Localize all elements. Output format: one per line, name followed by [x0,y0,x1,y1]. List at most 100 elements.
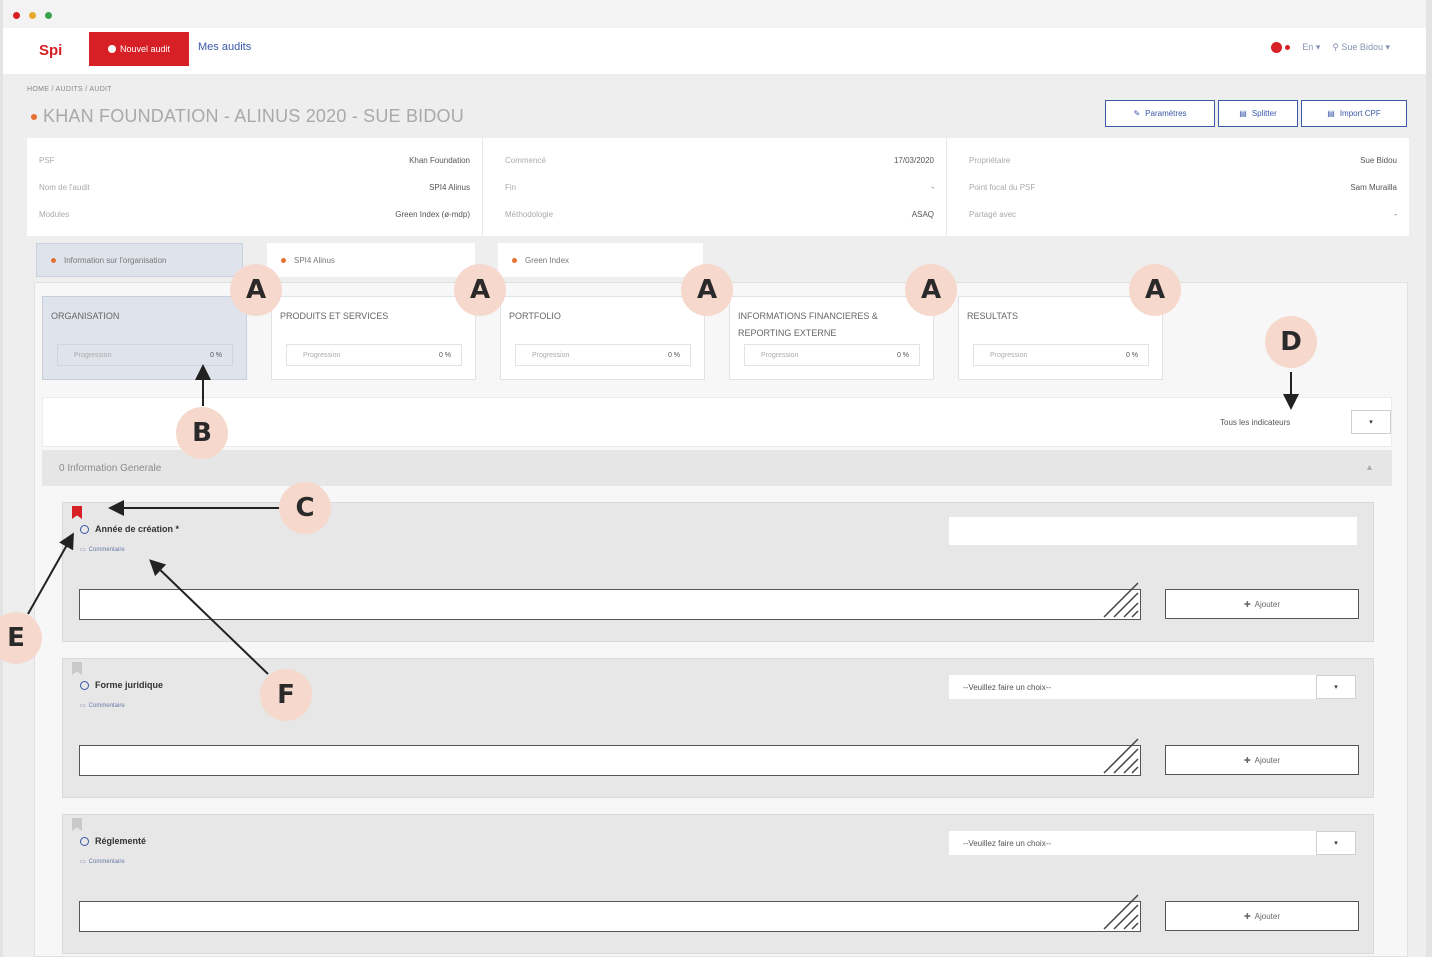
edit-icon: ✎ [1133,109,1141,118]
answer-textarea[interactable] [79,894,1141,932]
indicator-filter-select[interactable]: Tous les indicateurs [1206,410,1351,434]
info-value: Sue Bidou [1360,156,1397,165]
tab-label: Information sur l'organisation [64,255,167,265]
category-progress: Progression 0 % [744,344,920,366]
notification-icon[interactable] [1271,42,1291,53]
info-label: Point focal du PSF [969,183,1036,192]
annotation-marker-d: D [1265,316,1317,368]
progress-label: Progression [303,351,341,359]
info-column: Commencé 17/03/2020 Fin - Méthodologie ASAQ [493,138,947,236]
comment-icon: ▭ [80,703,86,709]
info-label: Fin [505,183,517,192]
import-cpf-button[interactable]: ▤ Import CPF [1301,100,1407,127]
section-header[interactable]: 0 Information Generale ▴ [42,450,1392,486]
category-name: INFORMATIONS FINANCIERES & REPORTING EXT… [738,311,878,338]
plus-icon: ✚ [1243,755,1251,765]
maximize-window-button[interactable] [45,12,52,19]
category-card-portfolio[interactable]: PORTFOLIO Progression 0 % [500,296,705,380]
plus-circle-icon [107,45,116,53]
tab-organisation-info[interactable]: Information sur l'organisation [36,243,243,277]
add-button[interactable]: ✚ Ajouter [1165,589,1359,619]
info-value: ASAQ [911,210,934,219]
chevron-up-icon[interactable]: ▴ [1367,462,1372,473]
minimize-window-button[interactable] [29,12,36,19]
chevron-down-icon[interactable]: ▾ [1316,675,1356,699]
resize-handle-icon[interactable] [1100,579,1140,619]
progress-value: 0 % [209,351,222,359]
tab-green-index[interactable]: Green Index [498,243,703,277]
bookmark-icon[interactable] [72,818,82,831]
status-dot-icon [51,257,56,263]
comment-icon: ▭ [80,859,86,865]
progress-label: Progression [990,351,1028,359]
comment-label: Commentaire [88,546,125,553]
answer-textarea[interactable] [79,738,1141,776]
info-value: - [1394,210,1397,219]
help-icon[interactable] [80,524,89,534]
info-label: Partagé avec [969,210,1017,219]
annotation-marker-a: A [905,264,957,316]
info-label: Modules [39,210,70,219]
chevron-down-icon[interactable]: ▾ [1316,831,1356,855]
category-name: PORTFOLIO [509,311,561,321]
info-label: Nom de l'audit [39,183,90,192]
language-selector[interactable]: En ▾ [1302,42,1320,53]
language-label: En [1302,42,1314,52]
resize-handle-icon[interactable] [1100,891,1140,931]
annotation-marker-a: A [454,264,506,316]
parameters-button[interactable]: ✎ Paramètres [1105,100,1215,127]
category-name: PRODUITS ET SERVICES [280,311,389,321]
category-card-organisation[interactable]: ORGANISATION Progression 0 % [42,296,247,380]
help-icon[interactable] [80,680,89,690]
question-text: Réglementé [95,836,147,846]
regulated-select[interactable]: --Veuillez faire un choix-- [949,831,1316,855]
category-name: ORGANISATION [51,311,120,321]
app-window: Spi Nouvel audit Mes audits En ▾ ⚲ Sue B… [3,0,1426,957]
add-label: Ajouter [1254,755,1281,765]
category-card-produits[interactable]: PRODUITS ET SERVICES Progression 0 % [271,296,476,380]
file-icon: ▤ [1327,109,1335,118]
file-icon: ▤ [1239,109,1247,118]
category-card-informations-financieres[interactable]: INFORMATIONS FINANCIERES & REPORTING EXT… [729,296,934,380]
window-chrome [3,0,1426,28]
comment-label: Commentaire [88,702,125,709]
bookmark-icon[interactable] [72,662,82,675]
user-name: Sue Bidou [1341,42,1383,52]
progress-label: Progression [532,351,570,359]
resize-handle-icon[interactable] [1100,735,1140,775]
my-audits-link[interactable]: Mes audits [198,41,251,53]
year-input[interactable] [949,517,1357,545]
comment-link[interactable]: ▭ Commentaire [80,546,125,554]
bookmark-icon[interactable] [72,506,82,519]
add-label: Ajouter [1254,911,1281,921]
audit-info-panel: PSF Khan Foundation Nom de l'audit SPI4 Al… [27,138,1409,236]
question-label: Réglementé [80,836,146,846]
filter-bar [42,397,1392,447]
new-audit-button[interactable]: Nouvel audit [89,32,189,66]
tab-spi4-alinus[interactable]: SPI4 Alinus [267,243,475,277]
category-progress: Progression 0 % [286,344,462,366]
progress-label: Progression [761,351,799,359]
annotation-marker-a: A [681,264,733,316]
breadcrumb[interactable]: HOME / AUDITS / AUDIT [27,86,112,93]
annotation-marker-a: A [1129,264,1181,316]
user-menu[interactable]: ⚲ Sue Bidou ▾ [1332,42,1390,53]
app-logo[interactable]: Spi [39,42,62,59]
category-name: RESULTATS [967,311,1019,321]
add-button[interactable]: ✚ Ajouter [1165,901,1359,931]
legal-form-select[interactable]: --Veuillez faire un choix-- [949,675,1316,699]
add-button[interactable]: ✚ Ajouter [1165,745,1359,775]
comment-link[interactable]: ▭ Commentaire [80,702,125,710]
comment-link[interactable]: ▭ Commentaire [80,858,125,866]
split-button[interactable]: ▤ Splitter [1218,100,1298,127]
question-card: Forme juridique ▭ Commentaire --Veuillez … [62,658,1374,798]
annotation-marker-b: B [176,407,228,459]
indicator-filter-toggle[interactable]: ▾ [1351,410,1391,434]
top-right-menu: En ▾ ⚲ Sue Bidou ▾ [1271,42,1390,53]
category-progress: Progression 0 % [57,344,233,366]
category-card-resultats[interactable]: RESULTATS Progression 0 % [958,296,1163,380]
close-window-button[interactable] [13,12,20,19]
answer-textarea[interactable] [79,582,1141,620]
help-icon[interactable] [80,836,89,846]
info-value: Khan Foundation [409,156,470,165]
